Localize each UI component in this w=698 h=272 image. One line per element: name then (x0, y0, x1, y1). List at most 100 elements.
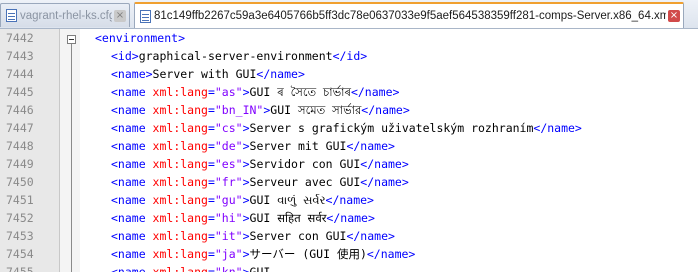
xml-value-token: "kn" (214, 265, 243, 272)
xml-tag-token: <id> (111, 49, 139, 63)
code-editor[interactable]: 7442 <environment> 7443 <id>graphical-serve… (0, 29, 698, 272)
code-line: 7454 <name xml:lang="ja">サーバー (GUI 使用)</n… (0, 245, 698, 263)
line-number: 7448 (6, 139, 34, 153)
xml-tag-token: <name (111, 247, 153, 261)
xml-tag-token: <name (111, 193, 153, 207)
line-number: 7450 (6, 175, 34, 189)
file-icon (6, 9, 17, 22)
xml-tag-token: > (242, 265, 250, 272)
xml-tag-token: </name> (325, 193, 374, 207)
xml-value-token: "hi" (214, 211, 243, 225)
xml-text-token: Server with GUI (152, 67, 257, 81)
code-text: <name>Server with GUI</name> (111, 65, 305, 83)
code-line: 7453 <name xml:lang="it">Server con GUI</… (0, 227, 698, 245)
code-line: 7448 <name xml:lang="de">Server mit GUI</… (0, 137, 698, 155)
xml-attribute-token: xml:lang (152, 103, 208, 117)
xml-tag-token: </name> (360, 175, 409, 189)
code-line: 7446 <name xml:lang="bn_IN">GUI সমেত সার্… (0, 101, 698, 119)
line-number: 7455 (6, 265, 34, 272)
close-icon[interactable]: × (668, 10, 680, 22)
xml-value-token: "es" (214, 157, 243, 171)
line-number: 7454 (6, 247, 34, 261)
xml-tag-token: <name (111, 157, 153, 171)
tab-bar: vagrant-rhel-ks.cfg × 81c149ffb2267c59a3… (0, 0, 698, 29)
code-text: <name xml:lang="fr">Serveur avec GUI</na… (111, 173, 409, 191)
xml-tag-token: </name> (350, 85, 400, 99)
code-line: 7445 <name xml:lang="as">GUI ৰ সৈতে চাৰ্ভ… (0, 83, 698, 101)
xml-tag-token: <name> (111, 67, 153, 81)
xml-tag-token: </name> (346, 139, 395, 153)
xml-text-token: GUI सहित सर्वर (249, 211, 327, 225)
xml-value-token: "ja" (214, 247, 243, 261)
xml-tag-token: </name> (533, 121, 582, 135)
xml-tag-token: <name (111, 211, 153, 225)
tab-comps-server-xml[interactable]: 81c149ffb2267c59a3e6405766b5ff3dc78e0637… (134, 2, 684, 28)
line-number: 7443 (6, 49, 34, 63)
line-number: 7452 (6, 211, 34, 225)
xml-text-token: GUI সমেত সার্ভার (270, 103, 362, 117)
line-number: 7445 (6, 85, 34, 99)
xml-text-token: graphical-server-environment (138, 49, 333, 63)
xml-tag-token: > (242, 157, 250, 171)
xml-text-token: Server s grafickým uživatelským rozhraní… (249, 121, 534, 135)
xml-attribute-token: xml:lang (152, 175, 208, 189)
xml-text-token: Server con GUI (249, 229, 347, 243)
xml-value-token: "bn_IN" (214, 103, 264, 117)
line-number: 7446 (6, 103, 34, 117)
line-number: 7444 (6, 67, 34, 81)
xml-value-token: "fr" (214, 175, 243, 189)
code-line: 7449 <name xml:lang="es">Servidor con GUI… (0, 155, 698, 173)
close-icon[interactable]: × (114, 9, 126, 22)
xml-tag-token: </name> (326, 211, 375, 225)
xml-attribute-token: xml:lang (152, 85, 208, 99)
xml-tag-token: > (242, 121, 250, 135)
xml-attribute-token: xml:lang (152, 211, 208, 225)
code-text: <name xml:lang="de">Server mit GUI</name… (111, 137, 395, 155)
xml-tag-token: </name> (361, 103, 410, 117)
code-line: 7450 <name xml:lang="fr">Serveur avec GUI… (0, 173, 698, 191)
code-text: <name xml:lang="it">Server con GUI</name… (111, 227, 395, 245)
xml-tag-token: > (242, 193, 250, 207)
xml-tag-token: > (242, 139, 250, 153)
xml-attribute-token: xml:lang (152, 229, 208, 243)
code-line: 7443 <id>graphical-server-environment</id… (0, 47, 698, 65)
xml-text-token: GUI ৰ সৈতে চাৰ্ভাৰ (249, 85, 351, 99)
xml-tag-token: = (207, 175, 215, 189)
code-text: <environment> (95, 29, 185, 47)
xml-text-token: GUI (249, 265, 278, 272)
tab-label: vagrant-rhel-ks.cfg (20, 9, 112, 22)
code-text: <name xml:lang="kn">GUI (111, 263, 277, 272)
xml-attribute-token: xml:lang (152, 193, 208, 207)
xml-value-token: "de" (214, 139, 243, 153)
xml-tag-token: = (207, 103, 215, 117)
code-text: <name xml:lang="bn_IN">GUI সমেত সার্ভার<… (111, 101, 410, 119)
xml-text-token: GUI વાળું સર્વર (249, 193, 326, 207)
tab-vagrant-rhel-ks[interactable]: vagrant-rhel-ks.cfg × (0, 3, 130, 27)
code-text: <id>graphical-server-environment</id> (111, 47, 367, 65)
xml-tag-token: <name (111, 229, 153, 243)
xml-tag-token: > (242, 229, 250, 243)
xml-text-token: Server mit GUI (249, 139, 347, 153)
xml-text-token: サーバー (GUI 使用) (249, 247, 367, 261)
code-line: 7444 <name>Server with GUI</name> (0, 65, 698, 83)
xml-attribute-token: xml:lang (152, 247, 208, 261)
code-text: <name xml:lang="gu">GUI વાળું સર્વર</nam… (111, 191, 374, 209)
xml-tag-token: <environment> (95, 31, 186, 45)
code-text: <name xml:lang="es">Servidor con GUI</na… (111, 155, 409, 173)
tab-label: 81c149ffb2267c59a3e6405766b5ff3dc78e0637… (154, 10, 666, 22)
line-number: 7449 (6, 157, 34, 171)
code-text: <name xml:lang="cs">Server s grafickým u… (111, 119, 582, 137)
xml-tag-token: > (242, 211, 250, 225)
xml-tag-token: = (207, 139, 215, 153)
xml-tag-token: = (207, 247, 215, 261)
code-line: 7451 <name xml:lang="gu">GUI વાળું સર્વર<… (0, 191, 698, 209)
xml-value-token: "cs" (214, 121, 243, 135)
xml-tag-token: <name (111, 139, 153, 153)
xml-tag-token: </name> (366, 247, 416, 261)
xml-tag-token: = (207, 85, 215, 99)
xml-tag-token: = (207, 193, 215, 207)
code-line: 7442 <environment> (0, 29, 698, 47)
xml-attribute-token: xml:lang (152, 265, 208, 272)
code-line: 7452 <name xml:lang="hi">GUI सहित सर्वर</… (0, 209, 698, 227)
xml-attribute-token: xml:lang (152, 139, 208, 153)
